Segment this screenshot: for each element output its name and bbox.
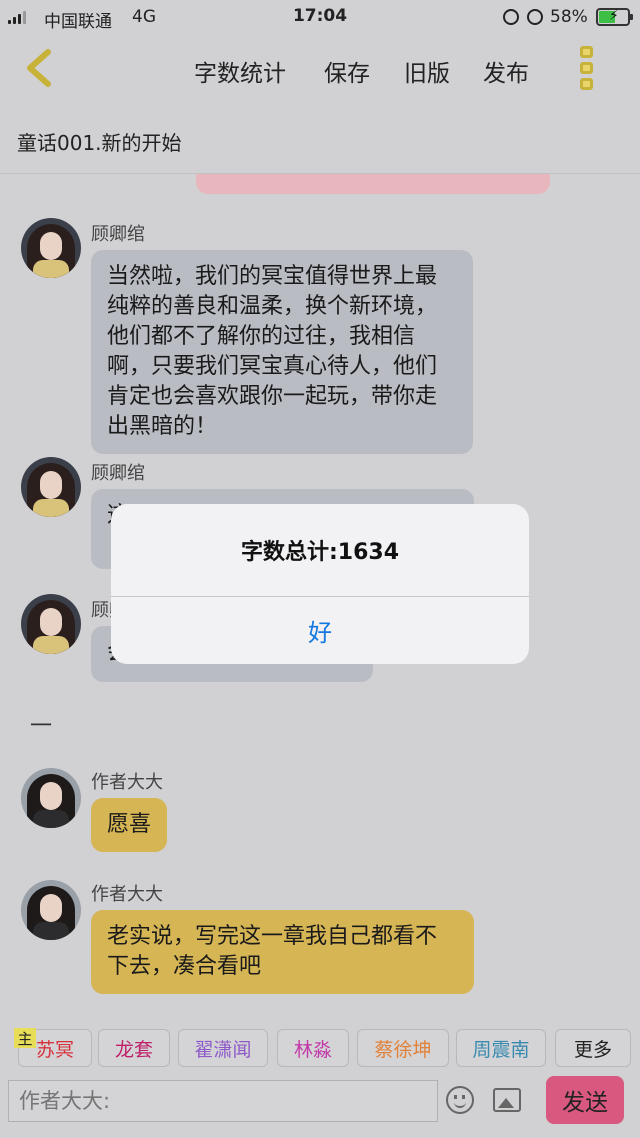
publish-button[interactable]: 发布 [483, 54, 529, 88]
old-version-button[interactable]: 旧版 [404, 54, 450, 88]
alert-ok-button[interactable]: 好 [111, 597, 529, 664]
avatar[interactable] [21, 457, 81, 517]
message-bubble[interactable]: 当然啦，我们的冥宝值得世界上最纯粹的善良和温柔，换个新环境，他们都不了解你的过往… [91, 250, 473, 454]
image-icon[interactable] [493, 1088, 521, 1112]
clock: 17:04 [292, 6, 348, 26]
avatar[interactable] [21, 594, 81, 654]
more-menu-icon[interactable] [580, 46, 596, 90]
word-count-button[interactable]: 字数统计 [194, 54, 286, 88]
main-character-badge: 主 [14, 1028, 36, 1048]
chapter-title: 童话001.新的开始 [17, 131, 182, 155]
more-tags-button[interactable]: 更多 [555, 1029, 631, 1067]
avatar[interactable] [21, 768, 81, 828]
message-bubble-partial [196, 174, 550, 194]
nav-bar: 字数统计 保存 旧版 发布 [0, 34, 640, 106]
alert-message: 字数总计:1634 [111, 504, 529, 597]
character-tag[interactable]: 林淼 [277, 1029, 349, 1067]
word-count-alert: 字数总计:1634 好 [111, 504, 529, 664]
emoji-icon[interactable] [446, 1086, 474, 1114]
battery-icon: ⚡ [596, 8, 633, 26]
orientation-lock-icon [503, 9, 519, 25]
character-tag[interactable]: 周震南 [456, 1029, 546, 1067]
input-bar: 发送 [0, 1074, 640, 1138]
sender-name: 顾卿绾 [91, 224, 145, 245]
message-bubble[interactable]: 老实说，写完这一章我自己都看不下去，凑合看吧 [91, 910, 474, 994]
sender-name: 顾卿绾 [91, 463, 145, 484]
back-arrow-icon[interactable] [22, 48, 56, 88]
character-tag-bar: 苏冥 主 龙套 翟潇闻 林淼 蔡徐坤 周震南 更多 [0, 1024, 640, 1074]
avatar[interactable] [21, 880, 81, 940]
character-tag[interactable]: 蔡徐坤 [357, 1029, 449, 1067]
avatar[interactable] [21, 218, 81, 278]
sender-name: 作者大大 [91, 884, 163, 905]
status-bar: 中国联通 4G 17:04 58% ⚡ [0, 0, 640, 34]
send-button[interactable]: 发送 [546, 1076, 624, 1124]
alarm-icon [527, 9, 543, 25]
battery-percent: 58% [550, 7, 588, 27]
character-tag[interactable]: 翟潇闻 [178, 1029, 268, 1067]
character-tag[interactable]: 龙套 [98, 1029, 170, 1067]
message-bubble[interactable]: 愿喜 [91, 798, 168, 852]
save-button[interactable]: 保存 [324, 54, 370, 88]
sender-name: 作者大大 [91, 772, 163, 793]
message-input[interactable] [8, 1080, 438, 1122]
divider-text: 一 [30, 714, 53, 739]
chapter-header: 童话001.新的开始 [0, 106, 640, 174]
